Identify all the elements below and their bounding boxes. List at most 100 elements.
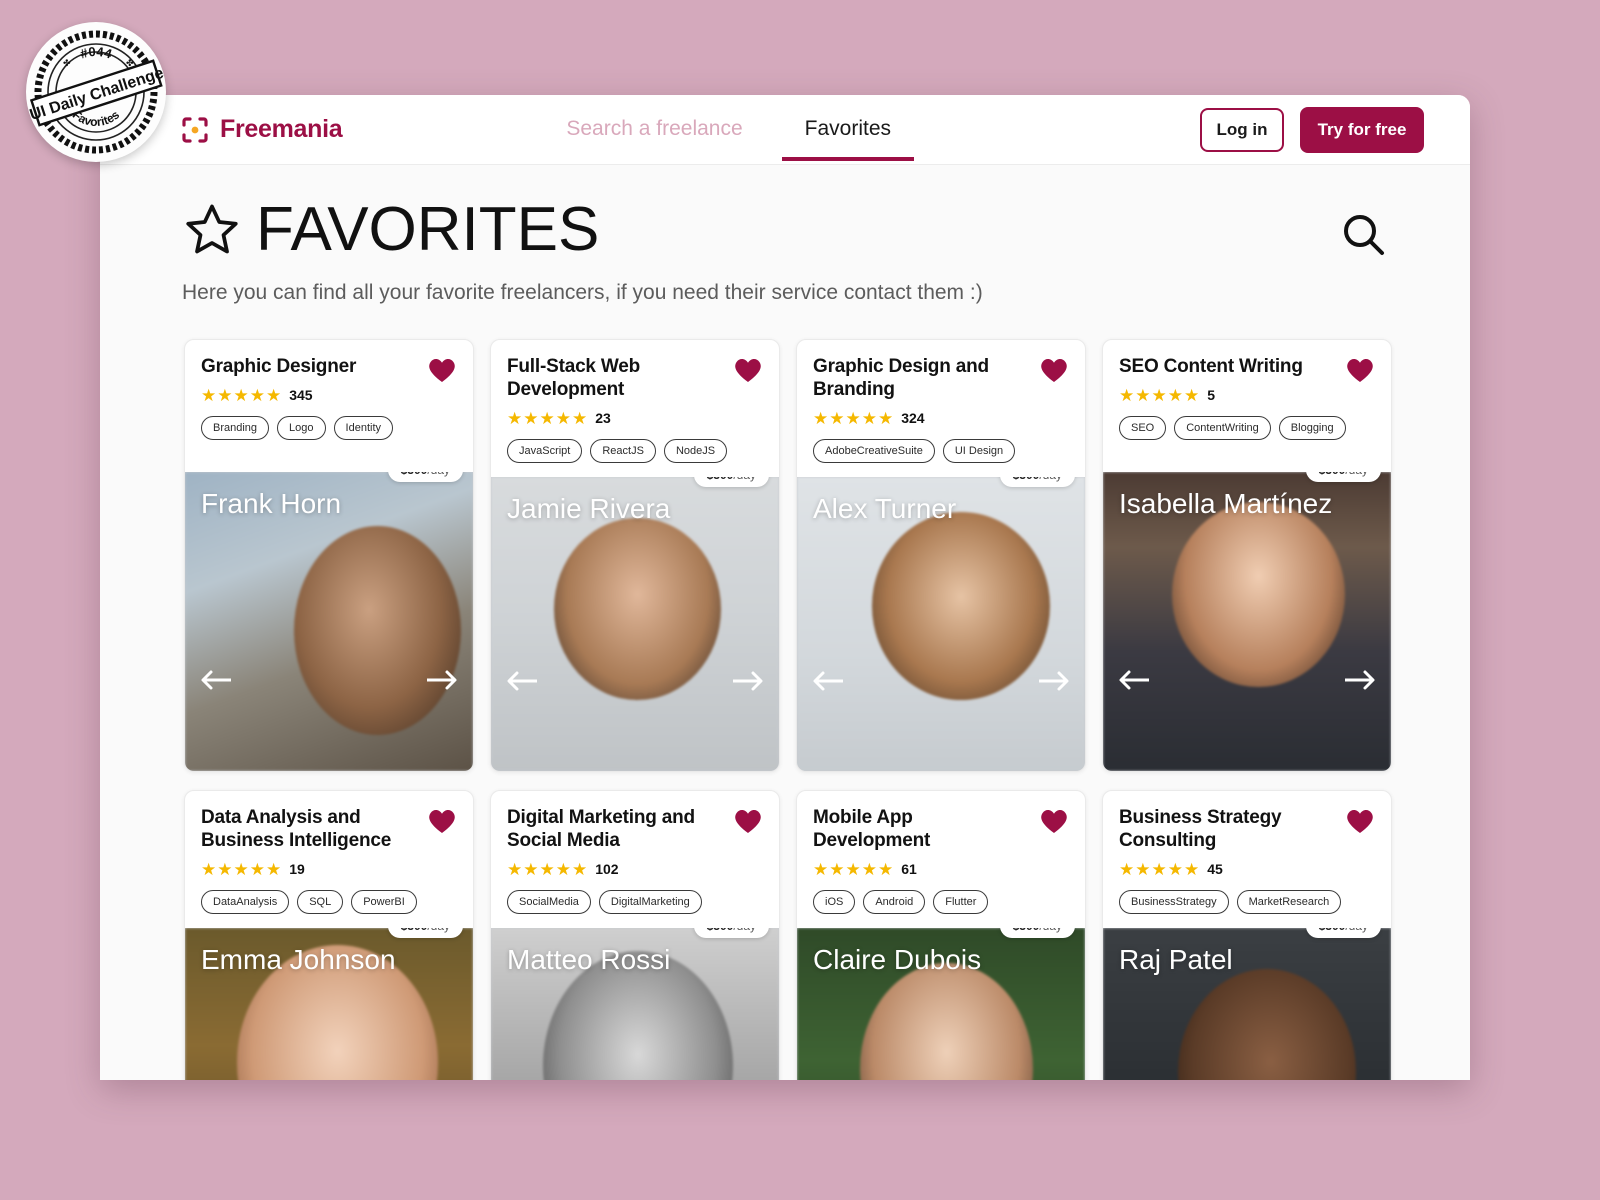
favorites-card-grid: Graphic Designer ★★★★★ 345 Branding Logo I… [100,339,1470,1080]
skill-tag[interactable]: iOS [813,889,856,914]
freelancer-name: Isabella Martínez [1119,488,1333,519]
price-amount: $300 [401,928,428,933]
skill-tag[interactable]: MarketResearch [1236,889,1342,914]
arrow-right-icon[interactable] [1343,667,1377,693]
card-service-title: Graphic Designer [201,356,357,377]
freelancer-card[interactable]: Business Strategy Consulting ★★★★★ 45 Bu… [1102,790,1392,1080]
freelancer-card[interactable]: Graphic Design and Branding ★★★★★ 324 Ad… [796,339,1086,772]
card-info: Business Strategy Consulting ★★★★★ 45 Bu… [1103,791,1391,928]
try-for-free-button[interactable]: Try for free [1300,106,1424,153]
skill-tag[interactable]: Android [863,889,926,914]
skill-tag[interactable]: ContentWriting [1174,415,1271,440]
price-badge: $300/day [999,476,1075,487]
skill-tag[interactable]: ReactJS [590,438,656,463]
price-badge: $300/day [693,476,769,487]
heart-filled-icon[interactable] [1345,356,1375,383]
skill-tag[interactable]: Identity [333,415,393,440]
freelancer-card[interactable]: Mobile App Development ★★★★★ 61 iOS Andro… [796,790,1086,1080]
card-media: $300/day Alex Turner [797,476,1085,771]
heart-filled-icon[interactable] [1039,356,1069,383]
star-rating-icons: ★★★★★ [813,408,895,428]
price-badge: $300/day [693,927,769,938]
heart-filled-icon[interactable] [733,807,763,834]
skill-tag[interactable]: DataAnalysis [201,889,290,914]
skill-tag[interactable]: SQL [297,889,344,914]
skill-tags: SEO ContentWriting Blogging [1119,415,1375,440]
price-unit: /day [1039,928,1062,933]
search-icon[interactable] [1338,209,1390,261]
freelancer-card[interactable]: Graphic Designer ★★★★★ 345 Branding Logo I… [184,339,474,772]
rating: ★★★★★ 345 [201,387,457,404]
skill-tag[interactable]: BusinessStrategy [1119,889,1229,914]
skill-tag[interactable]: Logo [277,415,326,440]
review-count: 102 [595,861,619,878]
star-rating-icons: ★★★★★ [813,859,895,879]
freelancer-card[interactable]: Data Analysis and Business Intelligence … [184,790,474,1080]
skill-tag[interactable]: AdobeCreativeSuite [813,438,935,463]
nav-link-favorites[interactable]: Favorites [781,99,915,161]
freelancer-name: Emma Johnson [201,943,396,975]
star-rating-icons: ★★★★★ [201,859,283,879]
heart-filled-icon[interactable] [1039,807,1069,834]
heart-filled-icon[interactable] [427,807,457,834]
price-badge: $300/day [387,472,463,482]
skill-tag[interactable]: Flutter [933,889,989,914]
skill-tag[interactable]: UI Design [942,438,1016,463]
login-button[interactable]: Log in [1200,107,1284,152]
price-amount: $300 [707,928,734,933]
price-unit: /day [1345,472,1368,477]
brand-logo[interactable]: Freemania [182,115,343,144]
freelancer-card[interactable]: Full-Stack Web Development ★★★★★ 23 Java… [490,339,780,772]
freelancer-name: Jamie Rivera [507,492,671,524]
skill-tag[interactable]: PowerBI [351,889,417,914]
page-title: FAVORITES [256,195,600,264]
review-count: 345 [289,387,313,404]
rating: ★★★★★ 324 [813,410,1069,427]
heart-filled-icon[interactable] [1345,807,1375,834]
freelancer-name: Matteo Rossi [507,943,671,975]
card-info: Digital Marketing and Social Media ★★★★★… [491,791,779,928]
star-rating-icons: ★★★★★ [1119,859,1201,879]
review-count: 23 [595,410,611,427]
skill-tag[interactable]: DigitalMarketing [598,889,702,914]
arrow-left-icon[interactable] [811,668,845,694]
card-service-title: Business Strategy Consulting [1119,807,1282,851]
svg-text:✤: ✤ [126,58,134,68]
arrow-left-icon[interactable] [1117,667,1151,693]
heart-filled-icon[interactable] [733,356,763,383]
arrow-right-icon[interactable] [425,667,459,693]
skill-tag[interactable]: Branding [201,415,270,440]
ui-daily-challenge-stamp: #044 Favorites UI Daily Challenge ✤ ✤ [26,22,166,162]
star-rating-icons: ★★★★★ [507,408,589,428]
rating: ★★★★★ 19 [201,861,457,878]
arrow-right-icon[interactable] [731,668,765,694]
arrow-left-icon[interactable] [505,668,539,694]
price-unit: /day [1345,928,1368,933]
brand-name: Freemania [220,115,343,143]
freelancer-card[interactable]: Digital Marketing and Social Media ★★★★★… [490,790,780,1080]
skill-tags: Branding Logo Identity [201,415,457,440]
arrow-left-icon[interactable] [199,667,233,693]
price-badge: $300/day [387,927,463,938]
skill-tag[interactable]: NodeJS [663,438,728,463]
skill-tag[interactable]: JavaScript [507,438,583,463]
skill-tag[interactable]: SocialMedia [507,889,591,914]
arrow-right-icon[interactable] [1037,668,1071,694]
review-count: 5 [1207,387,1215,404]
star-rating-icons: ★★★★★ [1119,385,1201,405]
card-media: $300/day Claire Dubois [797,927,1085,1080]
skill-tags: DataAnalysis SQL PowerBI [201,889,457,914]
skill-tag[interactable]: SEO [1119,415,1167,440]
price-unit: /day [733,477,756,482]
heart-filled-icon[interactable] [427,356,457,383]
nav-link-search-a-freelance[interactable]: Search a freelance [564,99,744,161]
star-outline-icon [182,200,242,260]
freelancer-card[interactable]: SEO Content Writing ★★★★★ 5 SEO ContentWr… [1102,339,1392,772]
price-amount: $300 [401,472,428,477]
card-media: $300/day Isabella Martínez [1103,472,1391,771]
star-rating-icons: ★★★★★ [201,385,283,405]
rating: ★★★★★ 61 [813,861,1069,878]
skill-tag[interactable]: Blogging [1278,415,1346,440]
card-info: Full-Stack Web Development ★★★★★ 23 Java… [491,340,779,477]
card-media: $300/day Matteo Rossi [491,927,779,1080]
